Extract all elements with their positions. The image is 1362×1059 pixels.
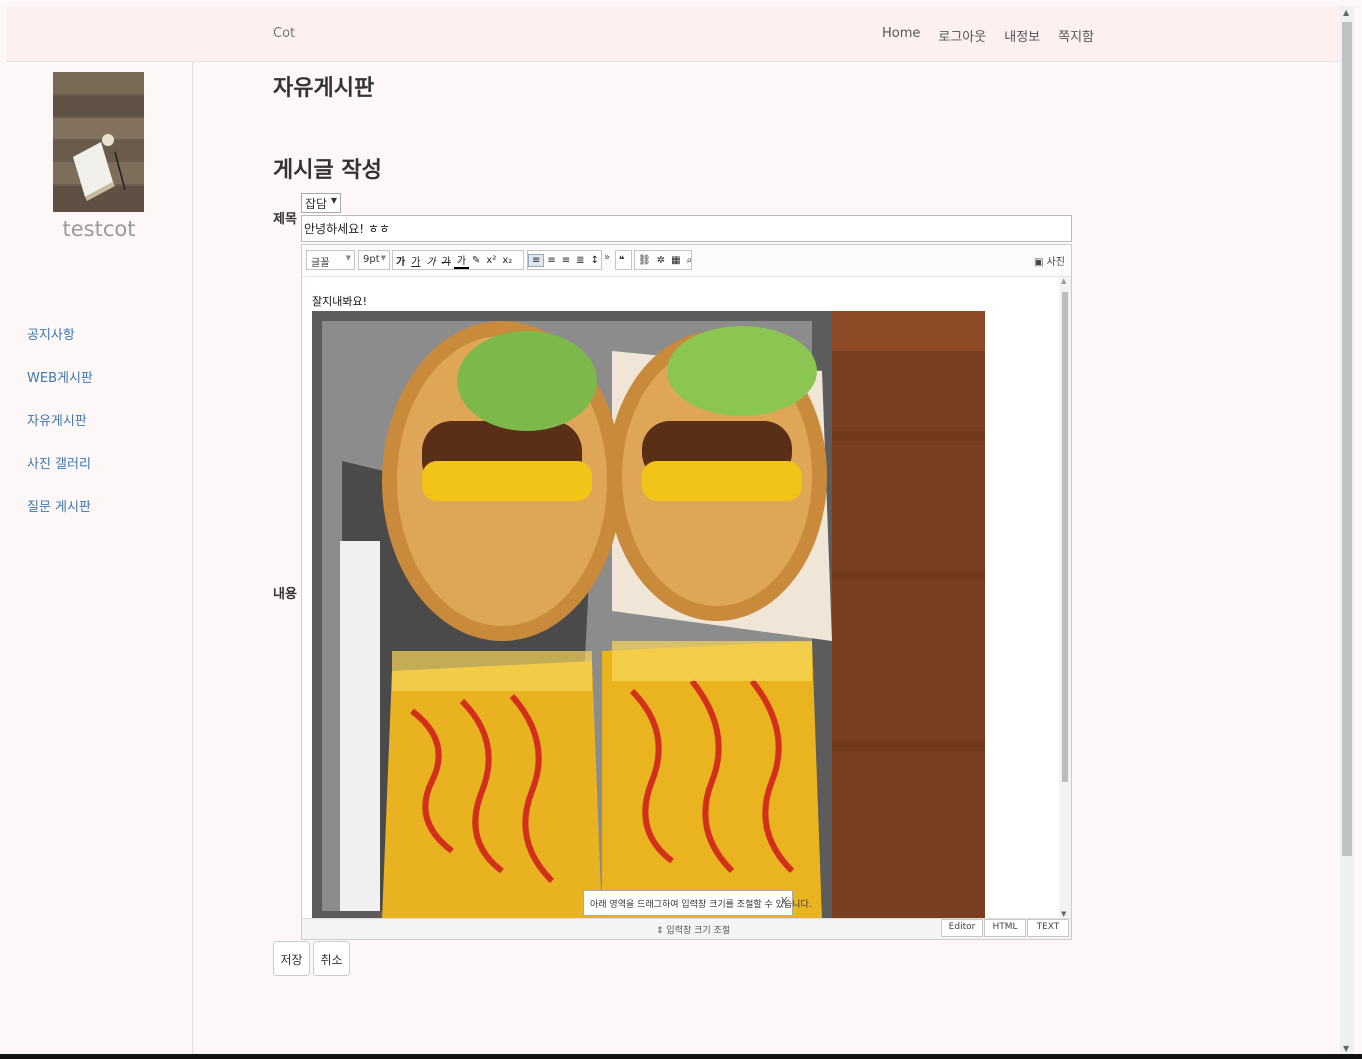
quote-button[interactable]: ❝	[615, 250, 632, 270]
resize-tooltip-text: 아래 영역을 드래그하여 입력창 크기를 조절할 수 있습니다.	[590, 900, 812, 910]
special-char-icon[interactable]: ✲	[654, 255, 668, 266]
tab-text[interactable]: TEXT	[1027, 919, 1069, 937]
page-title: 자유게시판	[273, 76, 375, 101]
bold-button[interactable]: 가	[393, 253, 408, 268]
top-navbar: Cot Home 로그아웃 내정보 쪽지함	[6, 6, 1340, 62]
superscript-icon[interactable]: x²	[483, 255, 499, 266]
category-select[interactable]: 잡담 ▼	[301, 193, 341, 213]
photo-icon: ▣	[1033, 257, 1044, 268]
page-scroll-thumb[interactable]	[1342, 22, 1352, 856]
embedded-burger-photo[interactable]	[312, 311, 985, 920]
table-icon[interactable]: ▦	[668, 255, 683, 266]
editor-mode-tabs: Editor HTML TEXT	[940, 919, 1069, 937]
sidebar-item-notice[interactable]: 공지사항	[27, 324, 93, 367]
tab-editor[interactable]: Editor	[941, 919, 983, 937]
sidebar-item-free-board[interactable]: 자유게시판	[27, 410, 93, 453]
resize-tooltip: 아래 영역을 드래그하여 입력창 크기를 조절할 수 있습니다. X	[583, 890, 812, 916]
tab-html[interactable]: HTML	[984, 919, 1026, 937]
align-button-group: ≡ ≡ ≡ ≣ ↕	[527, 250, 602, 270]
align-center-icon[interactable]: ≡	[544, 255, 558, 266]
editor-scrollbar[interactable]: ▲ ▼	[1059, 277, 1071, 918]
size-select[interactable]: 9pt ▼	[358, 250, 390, 270]
strikethrough-button[interactable]: 가	[439, 253, 454, 268]
nav-links: Home 로그아웃 내정보 쪽지함	[882, 26, 1094, 45]
insert-button-group: ⛓ ✲ ▦ ⌕	[634, 250, 692, 270]
rich-text-editor: 글꼴 ▼ 9pt ▼ 가 가 가 가 가 ✎ x² x₂ ≡ ≡ ≡ ≣ ↕ »…	[301, 244, 1072, 940]
scroll-down-icon[interactable]: ▼	[1343, 1044, 1349, 1053]
scroll-down-icon[interactable]: ▼	[1061, 910, 1066, 918]
align-right-icon[interactable]: ≡	[559, 255, 573, 266]
form-title: 게시글 작성	[273, 158, 382, 183]
chevron-down-icon: ▼	[345, 254, 351, 262]
sidebar-item-photo-gallery[interactable]: 사진 갤러리	[27, 453, 93, 496]
editor-scroll-thumb[interactable]	[1062, 292, 1068, 782]
resize-arrows-icon: ⇕	[656, 926, 664, 936]
title-input[interactable]	[301, 215, 1072, 242]
window-bottom-edge	[0, 1054, 1362, 1059]
line-height-icon[interactable]: ↕	[588, 255, 602, 266]
resize-handle[interactable]: ⇕ 입력창 크기 조절	[656, 923, 730, 936]
font-color-button[interactable]: 가	[453, 252, 470, 269]
sidebar-item-web-board[interactable]: WEB게시판	[27, 367, 93, 410]
size-select-value: 9pt	[363, 254, 380, 265]
cancel-button[interactable]: 취소	[313, 941, 350, 976]
align-justify-icon[interactable]: ≣	[573, 255, 587, 266]
sidebar: testcot 공지사항 WEB게시판 자유게시판 사진 갤러리 질문 게시판	[6, 62, 193, 1057]
format-button-group: 가 가 가 가 가 ✎ x² x₂	[392, 250, 524, 270]
highlight-icon[interactable]: ✎	[469, 255, 483, 266]
brand-link[interactable]: Cot	[273, 26, 295, 41]
content-label: 내용	[273, 587, 297, 602]
editor-body-text[interactable]: 잘지내봐요!	[312, 293, 367, 309]
find-icon[interactable]: ⌕	[684, 255, 696, 266]
font-select[interactable]: 글꼴 ▼	[306, 250, 355, 270]
more-tools-button[interactable]: »	[604, 252, 610, 263]
page-scrollbar[interactable]: ▲ ▼	[1340, 6, 1354, 1055]
nav-messages[interactable]: 쪽지함	[1058, 26, 1094, 45]
username: testcot	[62, 217, 136, 241]
nav-logout[interactable]: 로그아웃	[938, 26, 986, 45]
category-value: 잡담	[305, 197, 328, 211]
underline-button[interactable]: 가	[408, 253, 423, 268]
scroll-up-icon[interactable]: ▲	[1343, 8, 1349, 17]
editor-status-bar: ⇕ 입력창 크기 조절 Editor HTML TEXT	[302, 918, 1071, 939]
align-left-icon[interactable]: ≡	[528, 253, 545, 267]
close-icon[interactable]: X	[780, 895, 788, 908]
avatar	[53, 72, 144, 212]
quote-icon: ❝	[619, 254, 625, 266]
nav-home[interactable]: Home	[882, 26, 920, 45]
save-button[interactable]: 저장	[273, 941, 310, 976]
resize-handle-label: 입력창 크기 조절	[666, 926, 731, 936]
editor-toolbar: 글꼴 ▼ 9pt ▼ 가 가 가 가 가 ✎ x² x₂ ≡ ≡ ≡ ≣ ↕ »…	[302, 245, 1071, 277]
subscript-icon[interactable]: x₂	[499, 255, 515, 266]
link-icon[interactable]: ⛓	[635, 255, 654, 266]
font-select-value: 글꼴	[311, 258, 330, 269]
chevron-down-icon: ▼	[380, 254, 386, 262]
side-menu: 공지사항 WEB게시판 자유게시판 사진 갤러리 질문 게시판	[27, 324, 93, 539]
italic-button[interactable]: 가	[423, 253, 438, 268]
dropdown-arrow-icon: ▼	[330, 196, 337, 205]
scroll-up-icon[interactable]: ▲	[1061, 277, 1066, 285]
sidebar-item-qna-board[interactable]: 질문 게시판	[27, 496, 93, 539]
nav-my-info[interactable]: 내정보	[1004, 26, 1040, 45]
photo-button-label: 사진	[1046, 257, 1065, 268]
photo-button[interactable]: ▣ 사진	[1034, 253, 1065, 268]
title-label: 제목	[273, 212, 297, 227]
